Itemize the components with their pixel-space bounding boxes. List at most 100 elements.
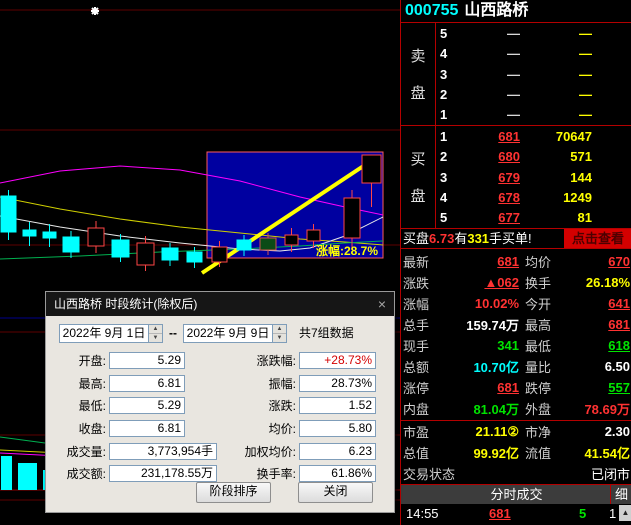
level: 3 bbox=[440, 170, 458, 185]
field-value-box: 6.81 bbox=[109, 375, 185, 392]
stat-value: 618 bbox=[575, 338, 630, 353]
volume-bar bbox=[18, 463, 37, 490]
field-label: 成交量: bbox=[51, 443, 106, 460]
left-field-row: 开盘:5.29 bbox=[51, 349, 221, 372]
price: 678 bbox=[458, 190, 520, 205]
level: 5 bbox=[440, 210, 458, 225]
spinner-down-icon[interactable]: ▼ bbox=[273, 334, 286, 342]
candle-body bbox=[187, 252, 202, 262]
field-label: 成交额: bbox=[51, 465, 106, 482]
stats-row: 市盈21.11②市净2.30 bbox=[401, 421, 631, 442]
order-book-row[interactable]: 46781249 bbox=[436, 187, 631, 207]
close-icon[interactable]: × bbox=[378, 292, 386, 316]
alert-mid: 有 bbox=[454, 231, 467, 246]
order-book-row[interactable]: 3679144 bbox=[436, 167, 631, 187]
field-value-box: 5.29 bbox=[109, 397, 185, 414]
date-separator: -- bbox=[169, 324, 177, 343]
candle-body bbox=[212, 247, 227, 262]
dialog-title-bar[interactable]: 山西路桥 时段统计(除权后) × bbox=[46, 292, 394, 316]
date-to-spinner[interactable]: ▲▼ bbox=[273, 324, 287, 343]
field-value-box: 6.23 bbox=[299, 443, 376, 460]
order-book-row[interactable]: 2680571 bbox=[436, 146, 631, 166]
date-from-input[interactable]: 2022年 9月 1日 bbox=[59, 324, 149, 343]
close-button[interactable]: 关闭 bbox=[298, 482, 373, 503]
right-field-row: 涨跌:1.52 bbox=[214, 394, 389, 417]
date-range-row: 2022年 9月 1日 ▲▼ -- 2022年 9月 9日 ▲▼ 共7组数据 bbox=[59, 324, 354, 343]
price: — bbox=[458, 87, 520, 102]
stat-label: 最新 bbox=[403, 252, 457, 271]
stat-label: 总值 bbox=[403, 443, 457, 462]
stat-label: 涨跌 bbox=[403, 273, 457, 292]
field-label: 均价: bbox=[214, 420, 296, 437]
dialog-title: 山西路桥 时段统计(除权后) bbox=[54, 297, 197, 311]
date-from-spinner[interactable]: ▲▼ bbox=[149, 324, 163, 343]
tick-time: 14:55 bbox=[406, 504, 439, 524]
level: 4 bbox=[440, 190, 458, 205]
candle-body bbox=[362, 155, 381, 183]
price: 681 bbox=[458, 129, 520, 144]
stat-value: 81.04万 bbox=[457, 399, 519, 418]
field-value-box: +28.73% bbox=[299, 352, 376, 369]
stage-sort-button[interactable]: 阶段排序 bbox=[196, 482, 271, 503]
stock-name: 山西路桥 bbox=[464, 2, 528, 19]
field-label: 开盘: bbox=[51, 352, 106, 369]
stat-value: 557 bbox=[575, 380, 630, 395]
right-field-row: 涨跌幅:+28.73% bbox=[214, 349, 389, 372]
volume: — bbox=[520, 26, 592, 41]
volume: — bbox=[520, 67, 592, 82]
volume: — bbox=[520, 46, 592, 61]
sell-side-label: 卖 盘 bbox=[401, 23, 436, 125]
stat-label: 内盘 bbox=[403, 399, 457, 418]
field-label: 最低: bbox=[51, 397, 106, 414]
stat-value: 26.18% bbox=[575, 275, 630, 290]
candle-body bbox=[237, 240, 251, 250]
order-book-row[interactable]: 4—— bbox=[436, 43, 631, 63]
stat-value: 99.92亿 bbox=[457, 443, 519, 462]
spinner-down-icon[interactable]: ▼ bbox=[149, 334, 162, 342]
spinner-up-icon[interactable]: ▲ bbox=[273, 325, 286, 334]
detail-tab[interactable]: 细 bbox=[610, 485, 631, 504]
candle-body bbox=[23, 230, 36, 236]
order-book-row[interactable]: 5—— bbox=[436, 23, 631, 43]
stat-label: 最低 bbox=[519, 336, 575, 355]
alert-price: 6.73 bbox=[429, 231, 454, 246]
candle-body bbox=[137, 243, 154, 265]
stat-value: 41.54亿 bbox=[575, 443, 630, 462]
candle-body bbox=[285, 235, 298, 245]
spinner-up-icon[interactable]: ▲ bbox=[149, 325, 162, 334]
field-value-box: 5.29 bbox=[109, 352, 185, 369]
price: — bbox=[458, 46, 520, 61]
order-book-row[interactable]: 3—— bbox=[436, 64, 631, 84]
candle-body bbox=[63, 237, 79, 252]
stat-value: 341 bbox=[457, 338, 519, 353]
candle-body bbox=[260, 238, 276, 250]
stat-label: 市盈 bbox=[403, 422, 457, 441]
order-book-row[interactable]: 2—— bbox=[436, 84, 631, 104]
tick-volume: 5 bbox=[579, 504, 586, 524]
field-value-box: 5.80 bbox=[299, 420, 376, 437]
candle-body bbox=[112, 240, 129, 257]
field-label: 振幅: bbox=[214, 375, 296, 392]
field-value-box: 1.52 bbox=[299, 397, 376, 414]
tick-trades-title: 分时成交 bbox=[490, 487, 542, 502]
order-book-row[interactable]: 567781 bbox=[436, 208, 631, 228]
left-field-row: 收盘:6.81 bbox=[51, 417, 221, 440]
price: — bbox=[458, 67, 520, 82]
date-to-input[interactable]: 2022年 9月 9日 bbox=[183, 324, 273, 343]
buy-side-label: 买 盘 bbox=[401, 126, 436, 228]
alert-prefix: 买盘 bbox=[403, 231, 429, 246]
order-book-row[interactable]: 168170647 bbox=[436, 126, 631, 146]
level: 1 bbox=[440, 107, 458, 122]
stats-row: 涨跌▲062换手26.18% bbox=[401, 272, 631, 293]
buy-book: 买 盘 168170647268057136791444678124956778… bbox=[401, 125, 631, 228]
tick-trade-row: 14:55 681 5 1 ▲ bbox=[401, 504, 631, 524]
order-book-row[interactable]: 1—— bbox=[436, 105, 631, 125]
stat-label: 总手 bbox=[403, 315, 457, 334]
stat-value: 78.69万 bbox=[575, 399, 630, 418]
scroll-up-arrow-icon[interactable]: ▲ bbox=[619, 505, 631, 521]
level: 5 bbox=[440, 26, 458, 41]
stats-row: 涨停681跌停557 bbox=[401, 377, 631, 398]
volume: 81 bbox=[520, 210, 592, 225]
click-to-view-link[interactable]: 点击查看 bbox=[564, 229, 631, 248]
level: 1 bbox=[440, 129, 458, 144]
